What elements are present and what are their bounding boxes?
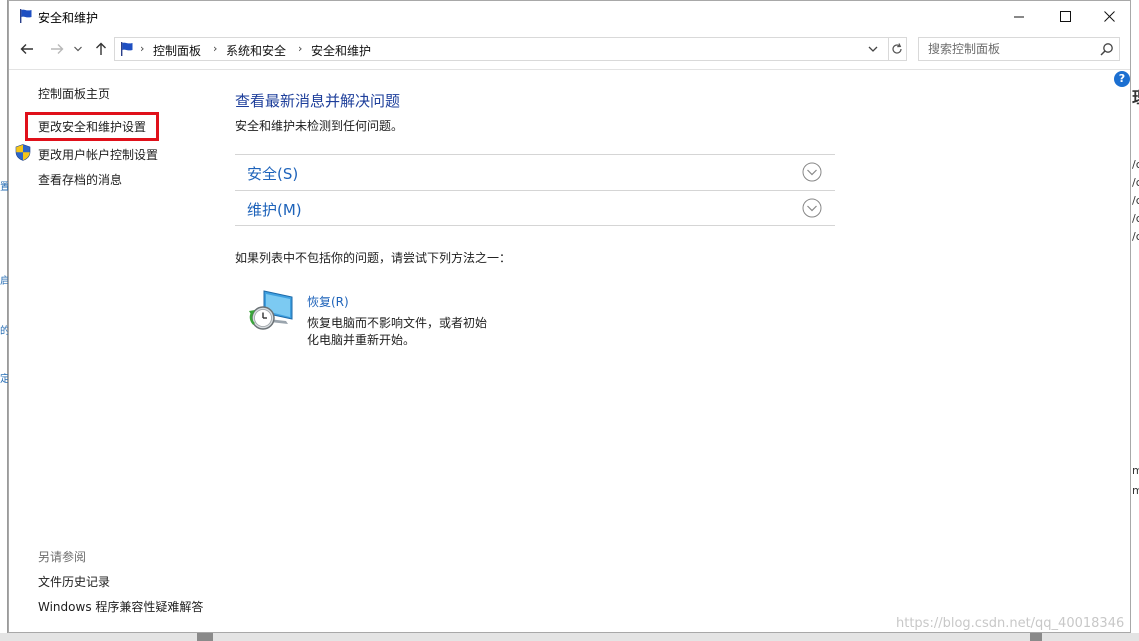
background-window-left: 置 启 的 定	[0, 0, 10, 641]
maximize-icon	[1059, 11, 1071, 22]
recovery-icon	[249, 290, 293, 330]
control-panel-home-link[interactable]: 控制面板主页	[38, 85, 110, 102]
recovery-description-line: 恢复电脑而不影响文件，或者初始	[307, 316, 488, 330]
breadcrumb-security-maintenance[interactable]: 安全和维护	[311, 42, 371, 59]
chevron-down-icon	[74, 46, 82, 52]
breadcrumb-system-security[interactable]: 系统和安全	[226, 42, 286, 59]
refresh-button[interactable]	[887, 37, 907, 61]
archived-messages-link[interactable]: 查看存档的消息	[38, 171, 122, 188]
arrow-up-icon	[96, 42, 106, 55]
file-history-link[interactable]: 文件历史记录	[38, 573, 110, 590]
expand-chevron-icon[interactable]	[802, 198, 822, 218]
breadcrumb-separator: ›	[213, 42, 218, 55]
arrow-left-icon	[20, 44, 33, 54]
minimize-icon	[1013, 16, 1024, 18]
breadcrumb-separator: ›	[298, 42, 303, 55]
compat-troubleshooter-link[interactable]: Windows 程序兼容性疑难解答	[38, 598, 203, 615]
see-also-header: 另请参阅	[38, 550, 87, 564]
navigation-bar: › 控制面板 › 系统和安全 › 安全和维护	[9, 32, 1130, 68]
flag-icon	[121, 42, 133, 56]
watermark: https://blog.csdn.net/qq_40018346	[896, 616, 1125, 631]
forward-button[interactable]	[47, 39, 67, 59]
maintenance-section-label: 维护(M)	[247, 201, 302, 219]
refresh-icon	[891, 43, 902, 54]
background-window-right: 理 /c /c /c /c /c m m	[1131, 0, 1139, 641]
maximize-button[interactable]	[1042, 1, 1088, 32]
search-icon[interactable]	[1100, 42, 1114, 56]
close-icon	[1103, 11, 1115, 22]
chevron-down-icon[interactable]	[867, 42, 879, 56]
taskbar-fragment	[0, 633, 1139, 641]
recent-locations-button[interactable]	[71, 39, 85, 59]
close-button[interactable]	[1086, 1, 1132, 32]
page-title: 查看最新消息并解决问题	[235, 92, 401, 110]
address-bar[interactable]: › 控制面板 › 系统和安全 › 安全和维护	[114, 37, 889, 61]
back-button[interactable]	[17, 39, 37, 59]
security-section-label: 安全(S)	[247, 165, 299, 183]
help-button[interactable]: ?	[1114, 71, 1130, 87]
minimize-button[interactable]	[996, 1, 1042, 32]
change-uac-settings-link[interactable]: 更改用户帐户控制设置	[38, 146, 158, 163]
status-message: 安全和维护未检测到任何问题。	[235, 119, 404, 133]
recovery-description: 恢复电脑而不影响文件，或者初始 化电脑并重新开始。	[307, 315, 502, 349]
nav-divider	[9, 69, 1130, 70]
search-box[interactable]	[918, 37, 1120, 61]
troubleshoot-hint: 如果列表中不包括你的问题，请尝试下列方法之一：	[235, 251, 512, 265]
breadcrumb-control-panel[interactable]: 控制面板	[153, 42, 201, 59]
search-input[interactable]	[919, 38, 1094, 60]
expand-chevron-icon[interactable]	[802, 162, 822, 182]
recovery-description-line: 化电脑并重新开始。	[307, 333, 416, 347]
window-title: 安全和维护	[38, 11, 99, 25]
change-security-settings-link[interactable]: 更改安全和维护设置	[24, 112, 160, 141]
uac-shield-icon	[15, 144, 31, 161]
breadcrumb-separator: ›	[140, 42, 145, 55]
up-button[interactable]	[91, 39, 111, 59]
flag-icon	[20, 9, 32, 23]
maintenance-section-header[interactable]: 维护(M)	[235, 190, 835, 226]
title-bar: 安全和维护	[9, 1, 1130, 32]
control-panel-window: 安全和维护 › 控制面板 › 系统和安全 › 安全和维护 搜索控制面板 ? 控制…	[8, 0, 1131, 633]
security-section-header[interactable]: 安全(S)	[235, 154, 835, 190]
recovery-link[interactable]: 恢复(R)	[307, 293, 349, 310]
arrow-right-icon	[51, 44, 64, 54]
